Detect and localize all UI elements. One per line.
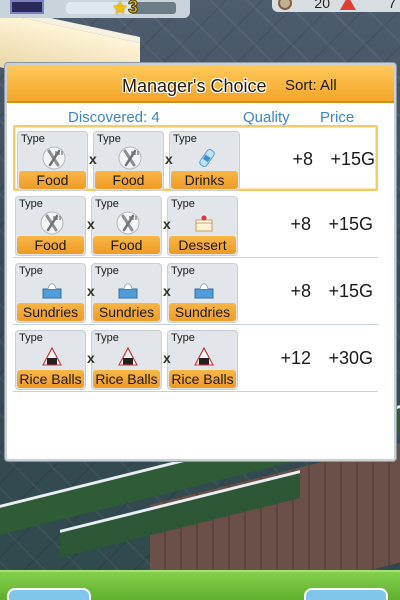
times-separator: x	[87, 283, 95, 299]
slot-category-label: Rice Balls	[17, 370, 84, 388]
slot-type-label: Type	[95, 332, 119, 344]
slot-type-label: Type	[19, 265, 43, 277]
times-separator: x	[165, 151, 173, 167]
quality-column-header: Quality	[243, 109, 290, 126]
combo-row[interactable]: Type Food Type Food Type Drinks x x +8 +15G	[13, 125, 378, 191]
dialog-header: Manager's Choice Sort: All	[7, 65, 394, 103]
rice-ball-icon	[192, 345, 216, 369]
slot-category-label: Rice Balls	[169, 370, 236, 388]
rice-ball-icon	[40, 345, 64, 369]
slot-category-label: Sundries	[17, 303, 84, 321]
fork-knife-icon	[116, 211, 140, 235]
times-separator: x	[87, 350, 95, 366]
ingredient-slot: Type Rice Balls	[167, 330, 238, 390]
slot-category-label: Food	[19, 171, 86, 189]
mountain-icon	[340, 0, 356, 10]
price-value: +15G	[328, 281, 373, 301]
slot-category-label: Dessert	[169, 236, 236, 254]
tissue-box-icon	[40, 278, 64, 302]
visitor-count: 20	[314, 0, 330, 11]
quality-value: +12	[280, 348, 311, 368]
player-status-panel[interactable]: ★ 3	[0, 0, 190, 18]
combo-list[interactable]: Type Food Type Food Type Drinks x x +8 +15G Type Fo…	[13, 125, 378, 435]
slot-type-label: Type	[171, 265, 195, 277]
ingredient-slot: Type Sundries	[91, 263, 162, 323]
left-button[interactable]	[7, 588, 91, 600]
quality-value: +8	[292, 149, 313, 169]
ingredient-slot: Type Sundries	[167, 263, 238, 323]
slot-category-label: Food	[95, 171, 162, 189]
slot-type-label: Type	[19, 332, 43, 344]
slot-category-label: Sundries	[93, 303, 160, 321]
price-column-header: Price	[320, 109, 355, 126]
fork-knife-icon	[118, 146, 142, 170]
star-icon: ★	[112, 0, 129, 18]
ingredient-slot: Type Food	[91, 196, 162, 256]
slot-type-label: Type	[173, 133, 197, 145]
slot-type-label: Type	[21, 133, 45, 145]
slot-type-label: Type	[95, 198, 119, 210]
managers-choice-dialog: Manager's Choice Sort: All Discovered: 4…	[5, 63, 396, 461]
cake-icon	[192, 211, 216, 235]
tissue-box-icon	[116, 278, 140, 302]
times-separator: x	[163, 216, 171, 232]
bottom-bar	[0, 570, 400, 600]
slot-category-label: Food	[17, 236, 84, 254]
ingredient-slot: Type Sundries	[15, 263, 86, 323]
fork-knife-icon	[42, 146, 66, 170]
slot-type-label: Type	[171, 198, 195, 210]
times-separator: x	[89, 151, 97, 167]
slot-type-label: Type	[97, 133, 121, 145]
resource-count: 7	[388, 0, 396, 11]
fork-knife-icon	[40, 211, 64, 235]
ingredient-slot: Type Dessert	[167, 196, 238, 256]
combo-row[interactable]: Type Food Type Food Type Dessert x x +8 +15G	[13, 192, 378, 258]
slot-category-label: Rice Balls	[93, 370, 160, 388]
price-value: +30G	[328, 348, 373, 368]
times-separator: x	[163, 283, 171, 299]
ingredient-slot: Type Food	[93, 131, 164, 191]
slot-category-label: Sundries	[169, 303, 236, 321]
resource-panel[interactable]: 20 7	[272, 0, 400, 12]
slot-type-label: Type	[95, 265, 119, 277]
ingredient-slot: Type Drinks	[169, 131, 240, 191]
ingredient-slot: Type Food	[17, 131, 88, 191]
ingredient-slot: Type Food	[15, 196, 86, 256]
times-separator: x	[87, 216, 95, 232]
slot-type-label: Type	[19, 198, 43, 210]
right-button[interactable]	[304, 588, 388, 600]
price-value: +15G	[330, 149, 375, 169]
player-level: 3	[127, 0, 139, 18]
price-value: +15G	[328, 214, 373, 234]
combo-row[interactable]: Type Rice Balls Type Rice Balls Type Rice Bal…	[13, 326, 378, 392]
combo-row[interactable]: Type Sundries Type Sundries Type Sundries x x +8…	[13, 259, 378, 325]
tissue-box-icon	[192, 278, 216, 302]
sort-button[interactable]: Sort: All	[285, 77, 337, 94]
slot-category-label: Food	[93, 236, 160, 254]
slot-type-label: Type	[171, 332, 195, 344]
ingredient-slot: Type Rice Balls	[15, 330, 86, 390]
rice-ball-icon	[116, 345, 140, 369]
quality-value: +8	[290, 214, 311, 234]
portrait-icon	[10, 0, 44, 14]
times-separator: x	[163, 350, 171, 366]
quality-value: +8	[290, 281, 311, 301]
ingredient-slot: Type Rice Balls	[91, 330, 162, 390]
visitor-icon	[278, 0, 292, 10]
discovered-count: Discovered: 4	[68, 109, 160, 126]
dialog-title: Manager's Choice	[122, 76, 267, 96]
drink-bottle-icon	[194, 146, 218, 170]
slot-category-label: Drinks	[171, 171, 238, 189]
